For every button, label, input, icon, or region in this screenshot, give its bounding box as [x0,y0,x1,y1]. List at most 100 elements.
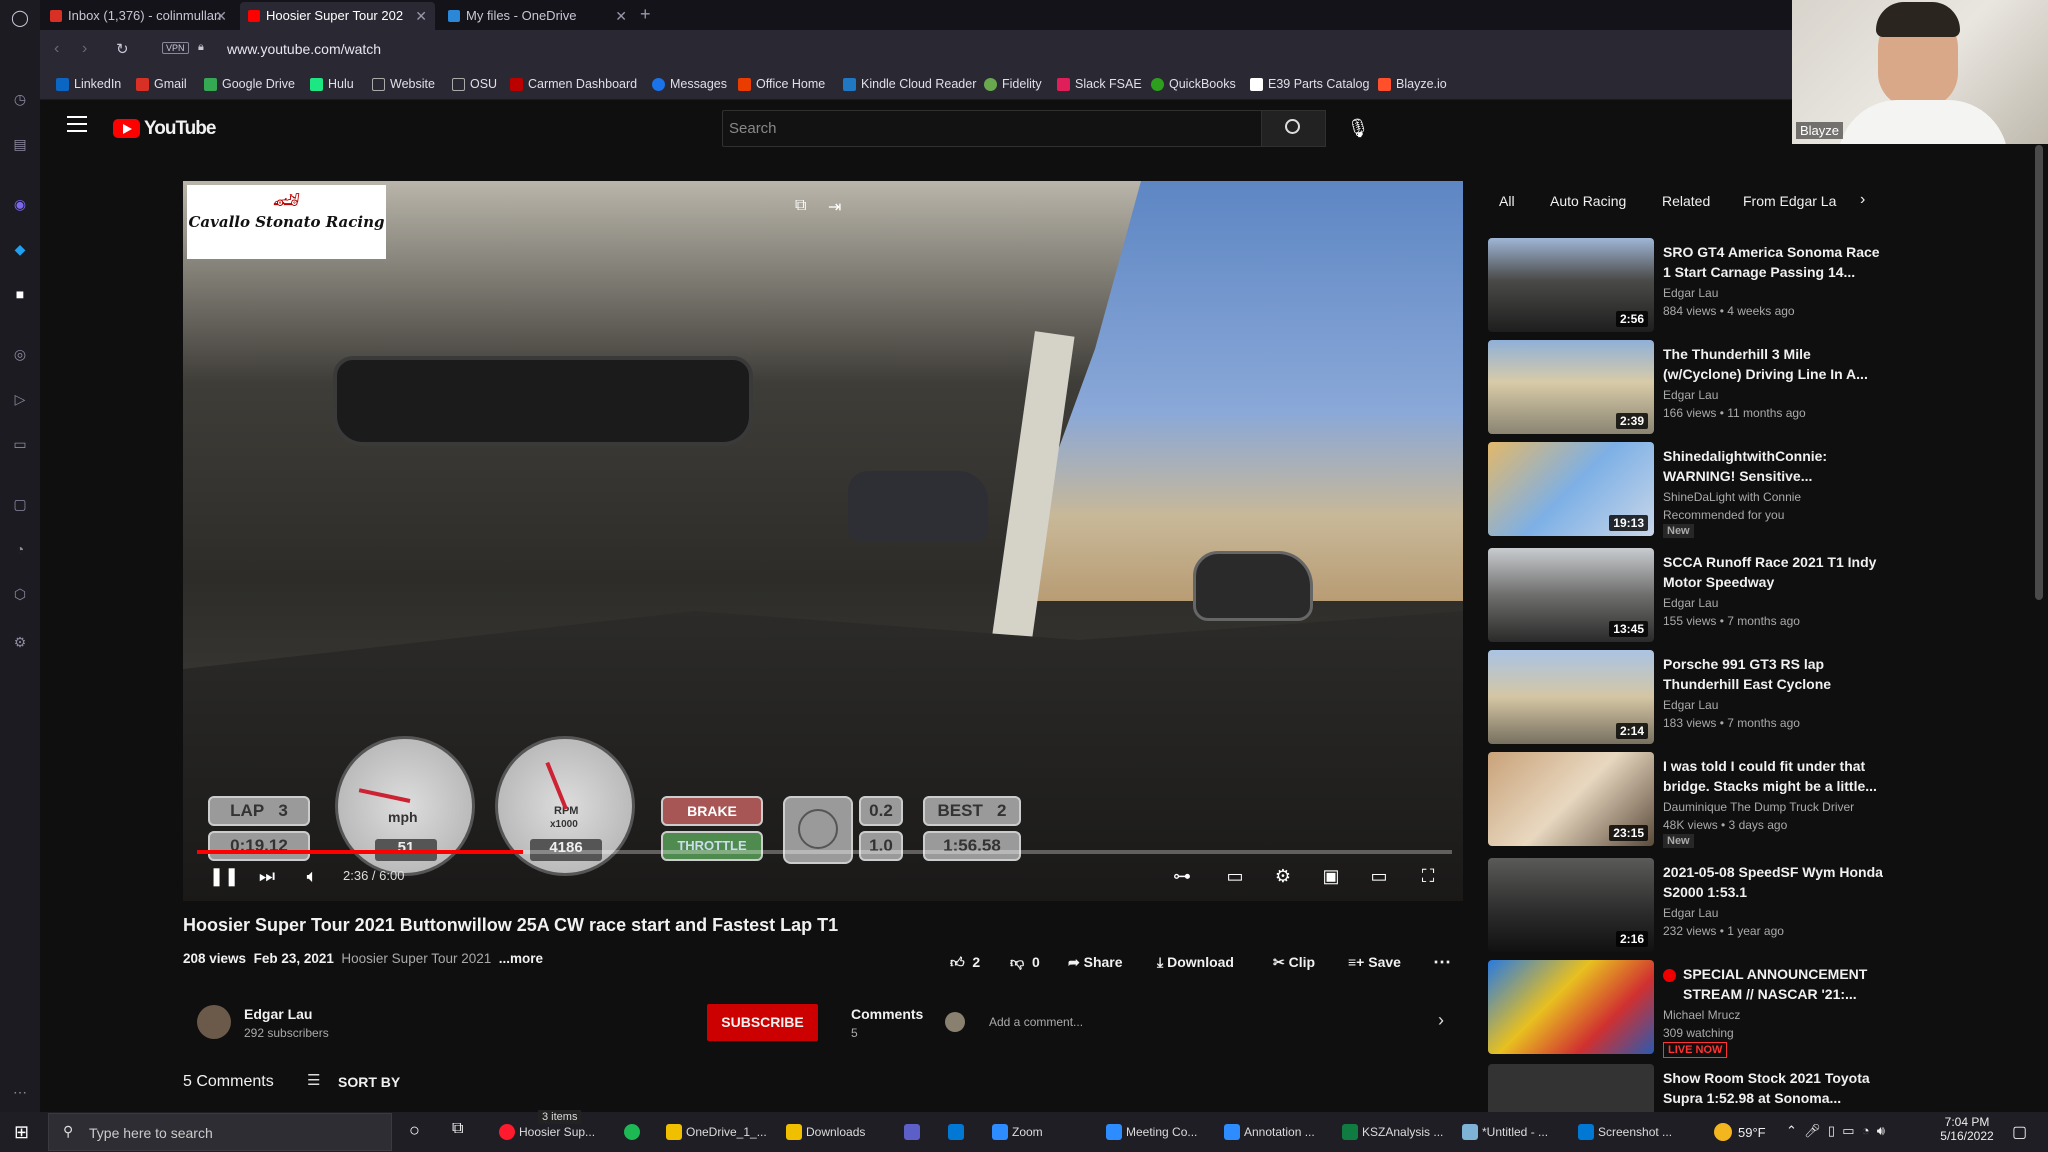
bookmark-gmail[interactable]: Gmail [136,77,187,91]
recommendation-item[interactable]: 23:15 I was told I could fit under that … [1488,752,1888,848]
bookmark-kindle[interactable]: Kindle Cloud Reader [843,77,976,91]
bookmark-messages[interactable]: Messages [652,77,727,91]
subtitles-icon[interactable]: ▭ [1224,865,1246,887]
video-thumbnail[interactable]: 13:45 [1488,548,1654,642]
wallet-icon[interactable]: ▭ [11,435,29,453]
back-icon[interactable]: ‹ [54,40,59,58]
chevron-right-icon[interactable]: › [1860,191,1865,209]
lock-icon[interactable]: 🔒︎ [198,41,204,54]
next-icon[interactable]: ⏭︎ [256,865,278,887]
bookmark-quickbooks[interactable]: QuickBooks [1151,77,1236,91]
new-tab-button[interactable]: + [640,4,651,25]
discord-icon[interactable]: ■ [11,285,29,303]
player-icon[interactable]: ◎ [11,345,29,363]
bookmark-slack[interactable]: Slack FSAE [1057,77,1142,91]
pause-icon[interactable]: ❚❚ [209,865,239,887]
taskbar-app-meeting[interactable]: Meeting Co... [1104,1118,1197,1146]
recommendation-item[interactable]: 2:56 SRO GT4 America Sonoma Race 1 Start… [1488,238,1888,334]
menu-icon[interactable] [67,116,87,132]
video-player[interactable]: 🏎︎ Cavallo Stonato Racing ⧉ ⇥ LAP 3 0:19… [183,181,1463,901]
speed-dial-icon[interactable]: ◷ [11,90,29,108]
reload-icon[interactable]: ↻ [116,40,129,58]
taskbar-app-spotify[interactable] [622,1118,640,1146]
forward-icon[interactable]: › [82,40,87,58]
copy-icon[interactable]: ⧉ [795,197,806,215]
more-actions-icon[interactable]: ⋯ [1433,952,1451,973]
search-input[interactable]: Search [722,110,1262,147]
close-icon[interactable]: ✕ [615,2,627,30]
taskbar-app-teams[interactable] [902,1118,920,1146]
bookmark-fidelity[interactable]: Fidelity [984,77,1042,91]
history-icon[interactable]: ◔ [11,540,29,558]
task-view-icon[interactable]: ⧉ [452,1120,463,1138]
bookmark-carmen[interactable]: Carmen Dashboard [510,77,637,91]
bookmark-e39[interactable]: E39 Parts Catalog [1250,77,1369,91]
recommendation-item[interactable]: SPECIAL ANNOUNCEMENT STREAM // NASCAR '2… [1488,960,1888,1058]
like-button[interactable]: 👍︎ 2 [950,954,980,971]
recommendation-item[interactable]: 2:14 Porsche 991 GT3 RS lap Thunderhill … [1488,650,1888,746]
microphone-icon[interactable]: 🎙︎ [1343,113,1373,143]
video-thumbnail[interactable] [1488,960,1654,1054]
search-button[interactable] [1262,110,1326,147]
channel-name[interactable]: Edgar Lau [244,1006,312,1022]
sort-by-button[interactable]: SORT BY [338,1074,400,1090]
taskbar-app-outlook[interactable] [946,1118,964,1146]
feed-icon[interactable]: ▢ [11,495,29,513]
recommendation-item[interactable]: 19:13 ShinedalightwithConnie: WARNING! S… [1488,442,1888,538]
share-button[interactable]: ➦ Share [1068,954,1123,971]
autoplay-toggle-icon[interactable]: ⊶ [1171,865,1193,887]
extensions-icon[interactable]: ⬡ [11,585,29,603]
weather-sun-icon[interactable] [1714,1123,1732,1141]
video-thumbnail[interactable] [1488,1064,1654,1112]
taskbar-app-screenshot[interactable]: Screenshot ... [1576,1118,1672,1146]
recommendation-item[interactable]: 13:45 SCCA Runoff Race 2021 T1 Indy Moto… [1488,548,1888,644]
messenger-icon[interactable]: ◉ [11,195,29,213]
vpn-badge[interactable]: VPN [162,42,189,54]
comment-input[interactable]: Add a comment... [989,1015,1083,1029]
chevron-right-icon[interactable]: › [1438,1010,1444,1031]
tab-gmail[interactable]: Inbox (1,376) - colinmullan ✕ [42,2,235,30]
shopping-icon[interactable]: ▤ [11,135,29,153]
taskbar-app-zoom[interactable]: Zoom [990,1118,1043,1146]
taskbar-app-excel[interactable]: KSZAnalysis ... [1340,1118,1443,1146]
miniplayer-icon[interactable]: ▣ [1320,865,1342,887]
fullscreen-icon[interactable]: ⛶ [1417,865,1439,887]
bookmark-blayze[interactable]: Blayze.io [1378,77,1447,91]
video-thumbnail[interactable]: 2:56 [1488,238,1654,332]
theater-mode-icon[interactable]: ▭ [1368,865,1390,887]
bookmark-office[interactable]: Office Home [738,77,825,91]
sort-icon[interactable]: ☰ [307,1071,320,1089]
dislike-button[interactable]: 👎︎ 0 [1010,954,1040,971]
tab-youtube[interactable]: Hoosier Super Tour 202 ✕ [240,2,435,30]
chip-auto-racing[interactable]: Auto Racing [1550,193,1626,209]
video-thumbnail[interactable]: 19:13 [1488,442,1654,536]
chip-related[interactable]: Related [1662,193,1710,209]
exit-icon[interactable]: ⇥ [828,197,841,217]
video-thumbnail[interactable]: 2:39 [1488,340,1654,434]
taskbar-app-annotation[interactable]: Annotation ... [1222,1118,1315,1146]
video-thumbnail[interactable]: 2:16 [1488,858,1654,952]
taskbar-app-downloads[interactable]: Downloads [784,1118,865,1146]
taskbar-app-notepad[interactable]: *Untitled - ... [1460,1118,1548,1146]
clock[interactable]: 7:04 PM 5/16/2022 [1938,1115,1996,1143]
chip-from-edgar[interactable]: From Edgar La [1743,193,1853,209]
close-icon[interactable]: ✕ [215,2,227,30]
bookmark-google-drive[interactable]: Google Drive [204,77,295,91]
video-thumbnail[interactable]: 23:15 [1488,752,1654,846]
taskbar-search-input[interactable]: ⚲ Type here to search [48,1113,392,1151]
subscribe-button[interactable]: SUBSCRIBE [707,1004,818,1041]
bookmark-website[interactable]: Website [372,77,435,91]
recommendation-item[interactable]: 2:39 The Thunderhill 3 Mile (w/Cyclone) … [1488,340,1888,436]
more-options-icon[interactable]: ⋯ [11,1083,29,1101]
comments-label[interactable]: Comments [851,1006,923,1022]
bookmark-linkedin[interactable]: LinkedIn [56,77,121,91]
video-thumbnail[interactable]: 2:14 [1488,650,1654,744]
taskbar-app-opera[interactable]: Hoosier Sup... [497,1118,595,1146]
cortana-icon[interactable]: ○ [409,1120,420,1141]
twitter-icon[interactable]: ◆ [11,240,29,258]
settings-gear-icon[interactable]: ⚙ [1272,865,1294,887]
recommendation-item[interactable]: Show Room Stock 2021 Toyota Supra 1:52.9… [1488,1064,1888,1112]
settings-icon[interactable]: ⚙ [11,633,29,651]
system-tray-icons[interactable]: ⌃ 🎤︎ ▯ ▭ ◔ 🔊︎ [1786,1123,1885,1139]
clip-button[interactable]: ✂ Clip [1273,954,1315,971]
